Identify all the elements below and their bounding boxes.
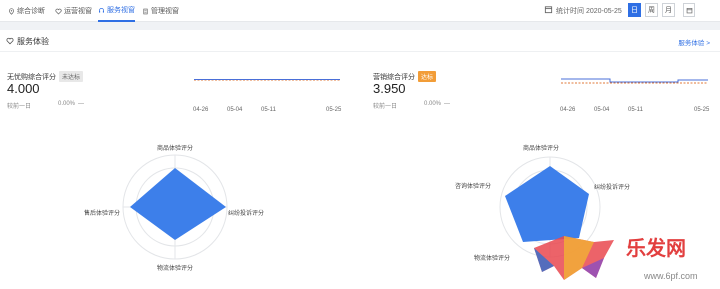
watermark-url: www.6pf.com: [644, 271, 698, 281]
x-tick: 04-26: [193, 107, 209, 113]
top-navigation-bar: 综合诊断 运营视窗 服务视窗 管理视窗 统计时间 2020-05-25 日 周 …: [0, 0, 720, 22]
compare-trend: —: [444, 101, 450, 107]
score-label-text: 营销综合评分: [373, 74, 415, 81]
x-tick: 05-25: [694, 107, 710, 113]
x-tick: 05-04: [227, 107, 243, 113]
compare-value: 0.00%: [58, 101, 76, 107]
score-label-text: 无忧购综合评分: [7, 74, 56, 81]
compare-label: 较前一日: [373, 104, 398, 110]
x-tick: 05-25: [326, 107, 342, 113]
right-trend-chart: [561, 78, 708, 84]
x-tick: 04-26: [560, 107, 576, 113]
radar-label: 咨询体验评分: [455, 184, 492, 190]
tab-label: 综合诊断: [17, 8, 45, 15]
document-icon: [143, 8, 148, 14]
left-radar-chart: [122, 154, 228, 260]
calendar-icon: [544, 6, 553, 14]
calendar-icon: [686, 7, 692, 13]
heart-icon: [55, 8, 62, 14]
radar-label: 物流体验评分: [157, 266, 194, 272]
status-badge: 未达标: [59, 71, 84, 82]
x-tick: 05-11: [628, 107, 643, 113]
watermark-logo: 乐发网 www.6pf.com: [524, 228, 720, 289]
left-score-value: 4.000: [7, 81, 40, 96]
headset-icon: [99, 7, 104, 13]
calendar-picker-button[interactable]: [683, 3, 695, 17]
period-week-button[interactable]: 周: [645, 3, 658, 17]
status-badge: 达标: [418, 71, 437, 82]
x-tick: 05-11: [261, 107, 276, 113]
card-header: 服务体验 服务体验 >: [0, 30, 720, 52]
radar-label: 商品体验评分: [157, 146, 194, 152]
left-trend-chart: [194, 79, 340, 81]
radar-label: 物流体验评分: [474, 256, 511, 262]
compare-value: 0.00%: [424, 101, 442, 107]
tab-label: 管理视窗: [151, 8, 179, 15]
heart-icon: [6, 37, 14, 45]
radar-label: 商品体验评分: [523, 146, 560, 152]
tab-label: 运营视窗: [64, 8, 92, 15]
watermark-brand: 乐发网: [626, 236, 686, 260]
tab-service[interactable]: 服务视窗: [98, 0, 135, 22]
period-day-button[interactable]: 日: [628, 3, 641, 17]
tab-management[interactable]: 管理视窗: [142, 0, 179, 22]
tab-label: 服务视窗: [107, 7, 135, 14]
radar-label: 纠纷投诉评分: [228, 211, 265, 217]
radar-area: [130, 168, 226, 240]
score-line: [561, 78, 708, 83]
radar-label: 售后体验评分: [84, 211, 121, 217]
location-pin-icon: [9, 7, 14, 15]
tab-overview[interactable]: 综合诊断: [8, 0, 45, 22]
compare-trend: —: [78, 101, 84, 107]
x-tick: 05-04: [594, 107, 610, 113]
compare-label: 较前一日: [7, 104, 32, 110]
radar-label: 纠纷投诉评分: [594, 185, 631, 191]
period-month-button[interactable]: 月: [662, 3, 675, 17]
section-title: 服务体验: [17, 37, 49, 46]
service-experience-link[interactable]: 服务体验 >: [678, 37, 710, 47]
statistics-time: 统计时间 2020-05-25: [556, 8, 622, 15]
right-score-value: 3.950: [373, 81, 406, 96]
tab-operations[interactable]: 运营视窗: [55, 0, 92, 22]
